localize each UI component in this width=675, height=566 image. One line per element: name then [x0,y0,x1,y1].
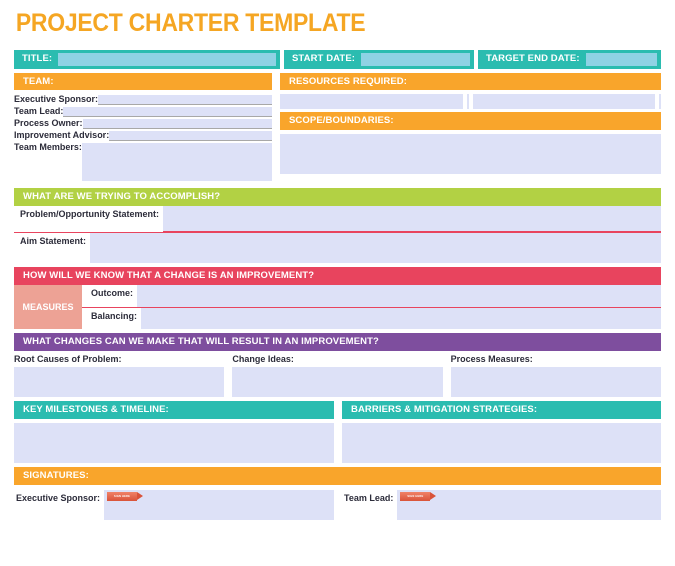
root-causes-label: Root Causes of Problem: [14,354,122,364]
milestones-input[interactable] [14,422,334,463]
milestones-section: KEY MILESTONES & TIMELINE: [14,401,334,463]
target-end-date-cell: TARGET END DATE: [478,49,661,69]
team-section: TEAM: Executive Sponsor: Team Lead: Proc… [14,72,272,185]
changes-header: WHAT CHANGES CAN WE MAKE THAT WILL RESUL… [14,333,661,351]
start-date-cell: START DATE: [284,49,474,69]
process-owner-input[interactable] [82,119,272,130]
changes-section: WHAT CHANGES CAN WE MAKE THAT WILL RESUL… [14,333,661,397]
title-cell: TITLE: [14,49,280,69]
measures-body: MEASURES Outcome: Balancing: [14,285,661,330]
measures-fields: Outcome: Balancing: [82,285,661,330]
measures-section: HOW WILL WE KNOW THAT A CHANGE IS AN IMP… [14,267,661,330]
resources-header: RESOURCES REQUIRED: [280,72,661,91]
sign-here-badge-icon: SIGN HERE [400,491,437,501]
team-row: Improvement Advisor: [14,130,272,142]
team-row: Executive Sponsor: [14,94,272,106]
team-lead-signature-row: Team Lead: SIGN HERE [342,489,661,520]
barriers-input[interactable] [342,422,661,463]
change-ideas-column: Change Ideas: [232,354,443,397]
target-end-date-label: TARGET END DATE: [486,53,580,65]
balancing-input[interactable] [141,308,661,330]
scope-header: SCOPE/BOUNDARIES: [280,112,661,131]
problem-statement-row: Problem/Opportunity Statement: [14,206,661,234]
scope-box [280,130,661,175]
outcome-label: Outcome: [91,288,134,299]
team-members-row: Team Members: [14,142,272,182]
barriers-section: BARRIERS & MITIGATION STRATEGIES: [342,401,661,463]
process-owner-label: Process Owner: [14,118,83,129]
executive-sponsor-input[interactable] [98,95,272,106]
measures-header: HOW WILL WE KNOW THAT A CHANGE IS AN IMP… [14,267,661,286]
root-causes-column: Root Causes of Problem: [14,354,225,397]
root-causes-input[interactable] [14,367,225,397]
resource-input[interactable] [659,94,661,110]
team-field-list: Executive Sponsor: Team Lead: Process Ow… [14,90,272,184]
title-label: TITLE: [22,53,53,65]
team-members-input[interactable] [81,143,272,182]
resources-scope-column: RESOURCES REQUIRED: SCOPE/BOUNDARIES: [280,72,661,185]
aim-statement-row: Aim Statement: [14,233,661,264]
measures-tag: MEASURES [14,285,82,330]
process-measures-column: Process Measures: [450,354,661,397]
team-header: TEAM: [14,72,272,91]
title-input[interactable] [58,52,276,66]
start-date-label: START DATE: [292,53,356,65]
executive-sponsor-label: Executive Sponsor: [14,94,99,105]
resource-input[interactable] [466,94,469,110]
milestones-header: KEY MILESTONES & TIMELINE: [14,401,334,419]
team-resources-band: TEAM: Executive Sponsor: Team Lead: Proc… [14,72,661,185]
process-measures-input[interactable] [450,367,661,397]
signatures-section: SIGNATURES: Executive Sponsor: SIGN HERE… [14,466,661,520]
balancing-row: Balancing: [82,308,661,330]
team-lead-signature-input[interactable]: SIGN HERE [397,489,661,520]
sign-here-badge-label: SIGN HERE [407,494,424,498]
improvement-advisor-label: Improvement Advisor: [14,130,110,141]
team-row: Team Lead: [14,106,272,118]
barriers-header: BARRIERS & MITIGATION STRATEGIES: [342,401,661,419]
executive-sponsor-signature-label: Executive Sponsor: [16,492,101,503]
page-title: PROJECT CHARTER TEMPLATE [15,9,366,37]
change-ideas-label: Change Ideas: [232,354,294,364]
team-lead-input[interactable] [63,107,272,118]
executive-sponsor-signature-row: Executive Sponsor: SIGN HERE [14,489,334,520]
outcome-row: Outcome: [82,285,661,309]
start-date-input[interactable] [361,52,470,66]
resource-input[interactable] [280,94,463,110]
changes-columns: Root Causes of Problem: Change Ideas: Pr… [14,351,661,397]
signature-rows: Executive Sponsor: SIGN HERE Team Lead: … [14,485,661,520]
problem-statement-label: Problem/Opportunity Statement: [20,209,160,220]
project-charter-page: PROJECT CHARTER TEMPLATE TITLE: START DA… [0,0,675,566]
team-row: Process Owner: [14,118,272,130]
team-lead-signature-label: Team Lead: [344,492,394,503]
sign-here-badge-icon: SIGN HERE [107,491,144,501]
improvement-advisor-input[interactable] [109,131,272,142]
team-members-label: Team Members: [14,142,82,153]
title-date-row: TITLE: START DATE: TARGET END DATE: [14,49,661,69]
resource-input[interactable] [472,94,656,110]
accomplish-header: WHAT ARE WE TRYING TO ACCOMPLISH? [14,188,661,207]
process-measures-label: Process Measures: [450,354,533,364]
balancing-label: Balancing: [91,311,138,322]
aim-statement-label: Aim Statement: [20,236,87,247]
executive-sponsor-signature-input[interactable]: SIGN HERE [104,489,334,520]
signatures-header: SIGNATURES: [14,466,661,485]
problem-statement-input[interactable] [163,206,661,233]
outcome-input[interactable] [137,285,661,308]
sign-here-badge-label: SIGN HERE [113,494,131,498]
accomplish-section: WHAT ARE WE TRYING TO ACCOMPLISH? Proble… [14,188,661,264]
milestones-barriers-band: KEY MILESTONES & TIMELINE: BARRIERS & MI… [14,401,661,463]
target-end-date-input[interactable] [585,52,657,66]
resources-grid [280,90,661,112]
aim-statement-input[interactable] [90,233,661,264]
team-lead-label: Team Lead: [14,106,64,117]
change-ideas-input[interactable] [232,367,443,397]
scope-input[interactable] [280,134,661,175]
